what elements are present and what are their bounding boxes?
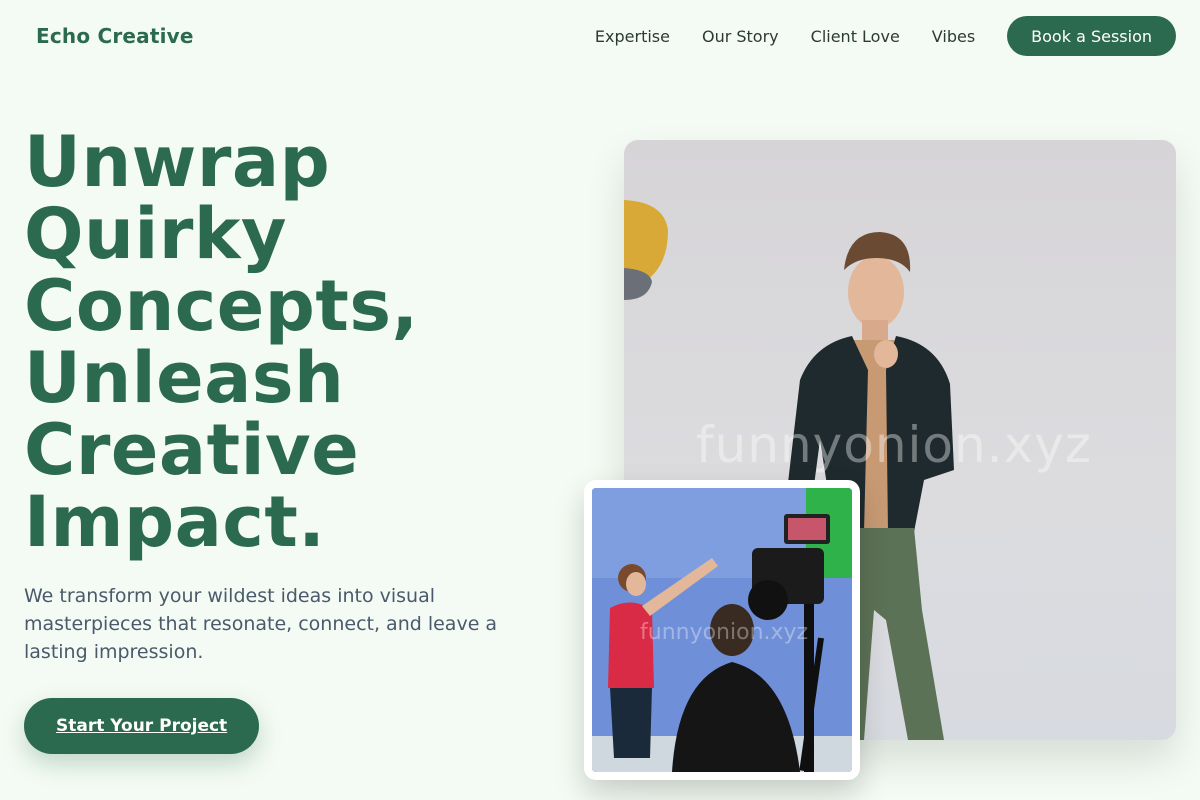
hero-title-line: Unwrap <box>24 121 331 203</box>
hero-title-line: Quirky <box>24 193 288 275</box>
book-session-button[interactable]: Book a Session <box>1007 16 1176 56</box>
hero-title-line: Creative <box>24 409 360 491</box>
nav-our-story[interactable]: Our Story <box>702 27 779 46</box>
brand-logo[interactable]: Echo Creative <box>36 24 194 48</box>
landing-page: Echo Creative Expertise Our Story Client… <box>0 0 1200 800</box>
nav-client-love[interactable]: Client Love <box>811 27 900 46</box>
crew-photo: funnyonion.xyz <box>592 488 852 772</box>
hero-title-line: Concepts, <box>24 265 419 347</box>
nav-expertise[interactable]: Expertise <box>595 27 670 46</box>
hero-description: We transform your wildest ideas into vis… <box>24 585 498 663</box>
main-photo-watermark: funnyonion.xyz <box>696 416 1093 474</box>
nav-vibes[interactable]: Vibes <box>932 27 975 46</box>
hero-title-line: Impact. <box>24 481 326 563</box>
hero-title-line: Unleash <box>24 337 345 419</box>
hero-title: Unwrap Quirky Concepts, Unleash Creative… <box>24 126 584 558</box>
inset-photo-watermark: funnyonion.xyz <box>640 620 809 645</box>
main-nav: Expertise Our Story Client Love Vibes Bo… <box>595 16 1176 56</box>
inset-photo-card: funnyonion.xyz <box>584 480 860 780</box>
start-project-button[interactable]: Start Your Project <box>24 698 260 754</box>
